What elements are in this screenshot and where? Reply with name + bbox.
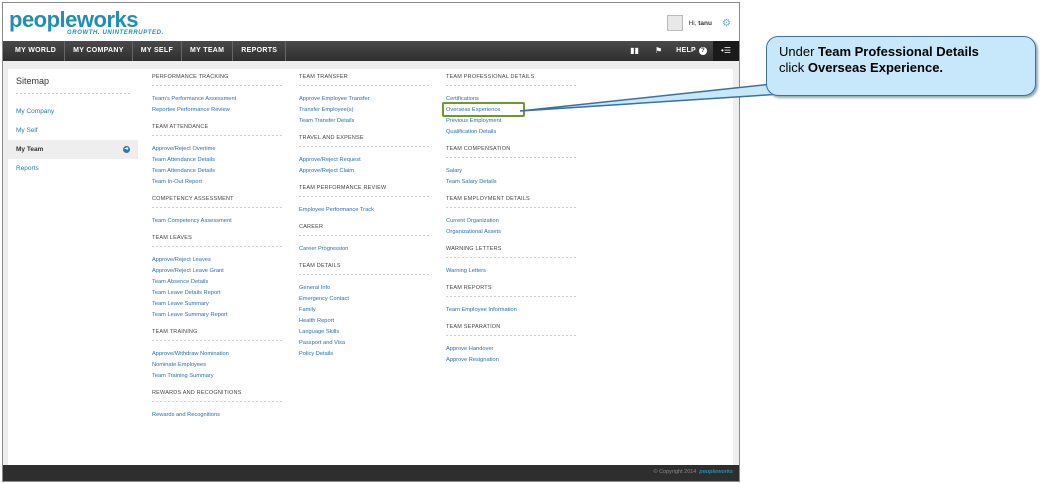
callout-line2-prefix: click bbox=[779, 60, 808, 75]
instruction-callout: Under Team Professional Details click Ov… bbox=[766, 36, 1036, 96]
callout-line1-prefix: Under bbox=[779, 44, 819, 59]
callout-tail bbox=[519, 82, 783, 112]
callout-line2-bold: Overseas Experience. bbox=[807, 60, 944, 75]
callout-line1-bold: Team Professional Details bbox=[818, 44, 979, 59]
callout-line-2: click Overseas Experience. bbox=[779, 60, 1025, 76]
callout-line-1: Under Team Professional Details bbox=[779, 44, 1025, 60]
